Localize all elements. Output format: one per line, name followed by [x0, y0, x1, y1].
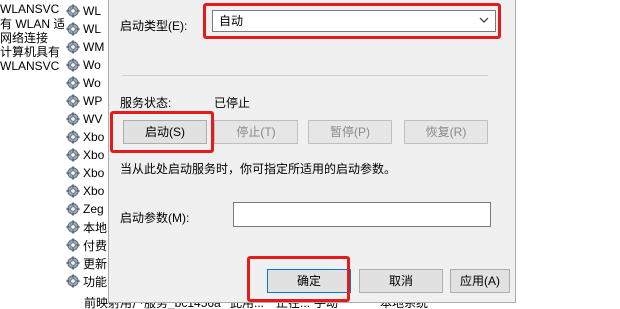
service-name: Zeg	[83, 202, 104, 216]
gear-icon	[66, 22, 80, 36]
service-name: WL	[83, 4, 101, 18]
service-name: WM	[83, 40, 105, 54]
service-name: Xbo	[83, 148, 105, 162]
service-row[interactable]: Xbo	[66, 182, 104, 200]
service-name: WV	[83, 112, 103, 126]
service-row[interactable]: WP	[66, 92, 102, 110]
description-line: WLANSVC	[0, 59, 60, 73]
highlight-start-button	[110, 111, 214, 153]
description-line: 计算机具有	[0, 45, 61, 59]
gear-icon	[66, 130, 80, 144]
gear-icon	[66, 220, 80, 234]
gear-icon	[66, 112, 80, 126]
gear-icon	[66, 202, 80, 216]
service-row[interactable]: 付费	[66, 236, 107, 254]
service-name: WL	[83, 22, 101, 36]
service-name: Xbo	[83, 130, 105, 144]
gear-icon	[66, 166, 80, 180]
service-row[interactable]: WL	[66, 20, 101, 38]
service-name: 本地	[83, 220, 108, 235]
service-row[interactable]: Xbo	[66, 164, 104, 182]
service-name: Xbo	[83, 166, 105, 180]
service-row[interactable]: 本地	[66, 218, 107, 236]
gear-icon	[66, 76, 80, 90]
gear-icon	[66, 256, 80, 270]
service-name: 付费	[83, 238, 108, 253]
description-line: WLANSVC	[0, 2, 60, 16]
start-params-hint: 当从此处启动服务时，你可指定所适用的启动参数。	[120, 162, 397, 176]
service-row[interactable]: 功能	[66, 272, 107, 290]
startup-type-label: 启动类型(E):	[120, 19, 188, 33]
service-row[interactable]: 更新	[66, 254, 107, 272]
service-name: WP	[83, 94, 103, 108]
gear-icon	[66, 58, 80, 72]
gear-icon	[66, 40, 80, 54]
divider	[122, 75, 488, 76]
pause-button[interactable]: 暂停(P)	[308, 120, 392, 144]
services-list: WL WL WM Wo Wo WP WV Xbo Xbo Xbo Xbo Zeg 本地付费更新功能	[64, 0, 108, 309]
highlight-ok-button	[247, 256, 350, 302]
service-row[interactable]: WL	[66, 2, 101, 20]
service-row[interactable]: Xbo	[66, 128, 104, 146]
gear-icon	[66, 94, 80, 108]
service-row[interactable]: WM	[66, 38, 104, 56]
gear-icon	[66, 148, 80, 162]
highlight-startup-type	[203, 3, 501, 39]
description-line: 有 WLAN 适	[0, 17, 66, 31]
description-line: 网络连接	[0, 31, 49, 45]
service-name: Wo	[83, 58, 101, 72]
service-row[interactable]: Wo	[66, 74, 101, 92]
service-name: 更新	[83, 256, 108, 271]
service-row[interactable]: WV	[66, 110, 102, 128]
service-row[interactable]: Wo	[66, 56, 101, 74]
apply-button[interactable]: 应用(A)	[450, 269, 510, 293]
service-status-label: 服务状态:	[120, 96, 172, 110]
service-row[interactable]: Xbo	[66, 146, 104, 164]
gear-icon	[66, 184, 80, 198]
service-status-value: 已停止	[214, 96, 251, 110]
service-name: Xbo	[83, 184, 105, 198]
resume-button[interactable]: 恢复(R)	[404, 120, 488, 144]
gear-icon	[66, 274, 80, 288]
gear-icon	[66, 238, 80, 252]
service-name: Wo	[83, 76, 101, 90]
cancel-button[interactable]: 取消	[359, 269, 443, 293]
service-row[interactable]: Zeg	[66, 200, 104, 218]
start-params-input[interactable]	[233, 202, 491, 227]
stop-button[interactable]: 停止(T)	[214, 120, 298, 144]
start-params-label: 启动参数(M):	[120, 211, 190, 225]
gear-icon	[66, 4, 80, 18]
service-name: 功能	[83, 274, 108, 289]
service-description-pane: WLANSVC 有 WLAN 适 网络连接 计算机具有 WLANSVC	[0, 0, 66, 309]
